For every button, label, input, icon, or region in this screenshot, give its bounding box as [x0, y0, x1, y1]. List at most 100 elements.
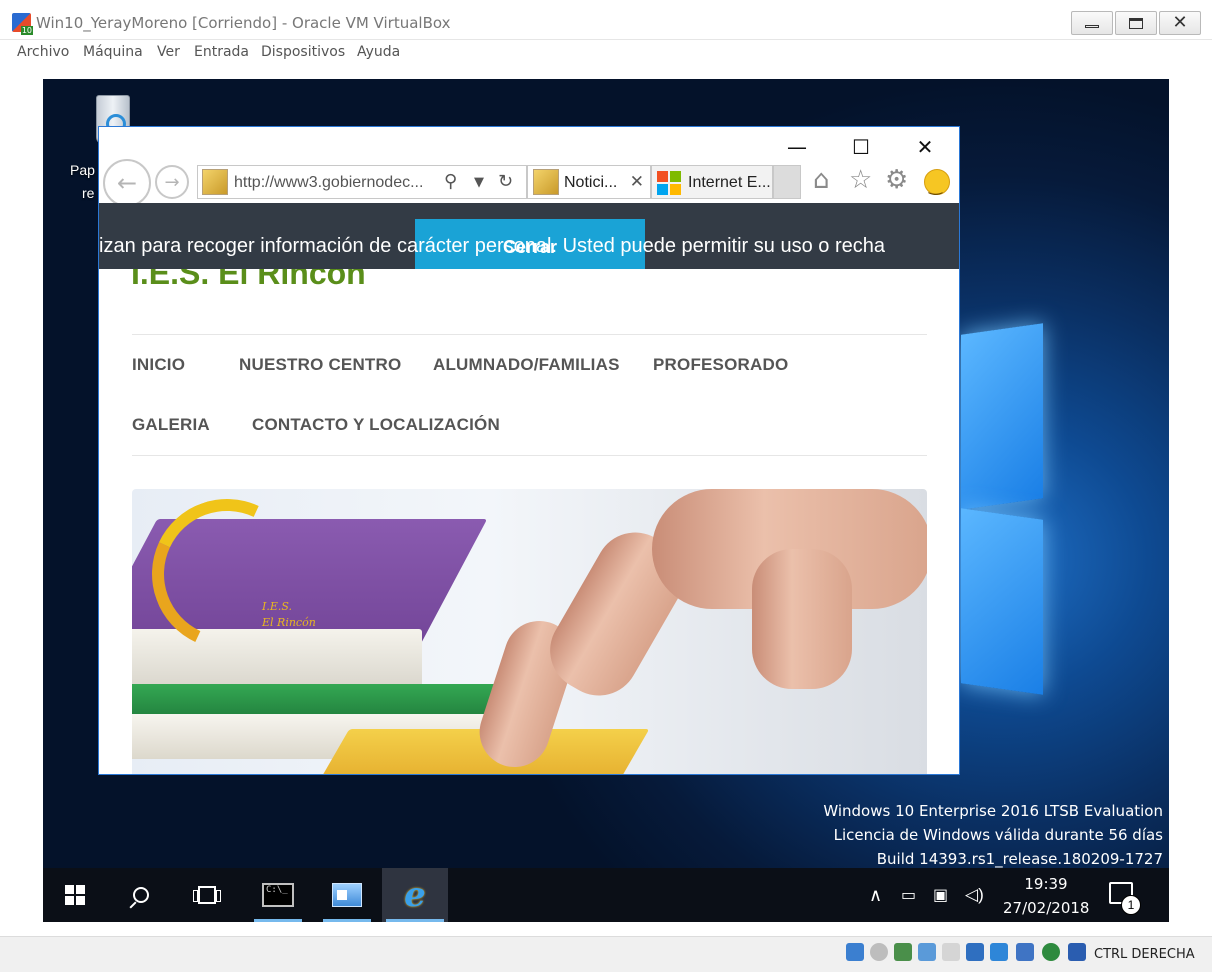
nav-contacto[interactable]: CONTACTO Y LOCALIZACIÓN	[252, 415, 500, 435]
taskbar-internet-explorer[interactable]: e	[382, 868, 448, 922]
video-capture-icon[interactable]	[1016, 943, 1034, 961]
settings-gear-icon[interactable]: ⚙	[885, 167, 908, 193]
watermark-line1: Windows 10 Enterprise 2016 LTSB Evaluati…	[823, 802, 1163, 820]
volume-icon[interactable]: ◁)	[965, 868, 984, 922]
start-button[interactable]	[51, 868, 99, 922]
recycle-label-line2: re	[82, 185, 95, 201]
new-tab-button[interactable]	[773, 165, 801, 199]
tray-chevron-icon[interactable]: ∧	[869, 868, 882, 922]
virtualbox-app-icon: 10	[12, 13, 33, 35]
logo-text-line2: El Rincón	[262, 616, 316, 629]
cookie-banner: Cerrar izan para recoger información de …	[99, 203, 959, 269]
watermark-line2: Licencia de Windows válida durante 56 dí…	[833, 826, 1163, 844]
nav-nuestro-centro[interactable]: NUESTRO CENTRO	[239, 355, 401, 375]
tab-noticias[interactable]: Notici... ✕	[527, 165, 651, 199]
tab-favicon-icon	[533, 169, 559, 195]
nav-galeria[interactable]: GALERIA	[132, 415, 210, 435]
minimize-icon	[1085, 24, 1099, 28]
windows-wallpaper-logo	[961, 323, 1169, 729]
task-view-button[interactable]	[183, 868, 231, 922]
minimize-button[interactable]	[1071, 11, 1113, 35]
menu-dispositivos[interactable]: Dispositivos	[261, 44, 345, 60]
address-dropdown-icon[interactable]: ▼	[474, 175, 484, 190]
feedback-smiley-icon[interactable]	[924, 169, 950, 196]
taskbar-control-panel[interactable]	[319, 868, 375, 922]
back-arrow-icon: ←	[116, 169, 138, 197]
mouse-integration-icon[interactable]	[1068, 943, 1086, 961]
shared-folders-icon[interactable]	[966, 943, 984, 961]
network-icon[interactable]: ▣	[933, 868, 948, 922]
recycle-label-line1: Pap	[70, 162, 95, 178]
menu-archivo[interactable]: Archivo	[17, 44, 69, 60]
internet-explorer-window: — ☐ ✕ ← → http://www3.gobiernodec... ⚲ ▼…	[98, 126, 960, 775]
maximize-icon	[1129, 17, 1143, 29]
nav-alumnado-familias[interactable]: ALUMNADO/FAMILIAS	[433, 355, 620, 375]
host-key-label: CTRL DERECHA	[1094, 947, 1195, 962]
search-icon	[133, 887, 149, 903]
tab-label: Internet E...	[688, 174, 771, 191]
windows-eval-watermark: Windows 10 Enterprise 2016 LTSB Evaluati…	[823, 799, 1163, 871]
menu-ayuda[interactable]: Ayuda	[357, 44, 400, 60]
nav-divider-top	[132, 334, 927, 335]
menu-maquina[interactable]: Máquina	[83, 44, 143, 60]
audio-icon[interactable]	[894, 943, 912, 961]
address-text[interactable]: http://www3.gobiernodec...	[234, 174, 434, 192]
cookie-notice-text: izan para recoger información de carácte…	[99, 235, 885, 257]
forward-button[interactable]: →	[155, 165, 189, 199]
maximize-button[interactable]	[1115, 11, 1157, 35]
nav-profesorado[interactable]: PROFESORADO	[653, 355, 788, 375]
logo-text-line1: I.E.S.	[262, 600, 293, 613]
notification-count-badge: 1	[1121, 895, 1141, 915]
address-search-icon[interactable]: ⚲	[444, 171, 457, 192]
tab-label: Notici...	[564, 174, 618, 191]
hand-finger	[752, 549, 852, 689]
vbox-titlebar: 10 Win10_YerayMoreno [Corriendo] - Oracl…	[0, 0, 1212, 40]
hero-logo-text: I.E.S. El Rincón	[262, 599, 316, 631]
battery-icon[interactable]: ▭	[901, 868, 916, 922]
tab-internet-explorer[interactable]: Internet E...	[651, 165, 773, 199]
site-favicon-icon	[202, 169, 228, 195]
taskbar: C:\_ e ∧ ▭ ▣ ◁) 19:39 27/02/2018 1	[43, 868, 1169, 922]
recycle-bin-label: Pap re	[70, 159, 100, 205]
network-adapter-icon[interactable]	[918, 943, 936, 961]
ie-minimize-button[interactable]: —	[777, 135, 817, 159]
clock-date: 27/02/2018	[1003, 899, 1090, 917]
home-icon[interactable]: ⌂	[813, 167, 830, 193]
taskbar-cmd[interactable]: C:\_	[250, 868, 306, 922]
window-title: Win10_YerayMoreno [Corriendo] - Oracle V…	[36, 14, 451, 32]
tab-close-icon[interactable]: ✕	[630, 172, 644, 192]
close-icon: ✕	[1172, 12, 1188, 33]
ie-chrome: — ☐ ✕ ← → http://www3.gobiernodec... ⚲ ▼…	[99, 127, 959, 207]
internet-explorer-icon: e	[404, 875, 426, 915]
command-prompt-icon: C:\_	[262, 883, 294, 907]
book-pages	[132, 629, 422, 689]
optical-drive-icon[interactable]	[870, 943, 888, 961]
guest-additions-icon[interactable]	[1042, 943, 1060, 961]
menu-entrada[interactable]: Entrada	[194, 44, 249, 60]
search-button[interactable]	[117, 868, 165, 922]
display-icon[interactable]	[990, 943, 1008, 961]
usb-icon[interactable]	[942, 943, 960, 961]
ie-maximize-button[interactable]: ☐	[841, 135, 881, 159]
menu-ver[interactable]: Ver	[157, 44, 180, 60]
windows-start-icon	[65, 885, 85, 905]
favorites-star-icon[interactable]: ☆	[849, 167, 872, 193]
microsoft-logo-icon	[657, 171, 681, 195]
hard-disk-icon[interactable]	[846, 943, 864, 961]
clock-time: 19:39	[1024, 875, 1068, 893]
forward-arrow-icon: →	[164, 171, 180, 193]
vbox-menubar: Archivo Máquina Ver Entrada Dispositivos…	[0, 40, 1212, 64]
close-button[interactable]: ✕	[1159, 11, 1201, 35]
nav-inicio[interactable]: INICIO	[132, 355, 185, 375]
os-badge: 10	[20, 26, 33, 35]
refresh-icon[interactable]: ↻	[498, 171, 513, 192]
vbox-statusbar: CTRL DERECHA	[0, 936, 1212, 972]
control-panel-icon	[332, 883, 362, 907]
tray-clock[interactable]: 19:39 27/02/2018	[1003, 872, 1089, 920]
nav-divider-bottom	[132, 455, 927, 456]
address-bar[interactable]: http://www3.gobiernodec... ⚲ ▼ ↻	[197, 165, 527, 199]
task-view-icon	[193, 886, 221, 904]
ie-close-button[interactable]: ✕	[905, 135, 945, 159]
back-button[interactable]: ←	[103, 159, 151, 207]
hero-image: I.E.S. El Rincón	[132, 489, 927, 774]
